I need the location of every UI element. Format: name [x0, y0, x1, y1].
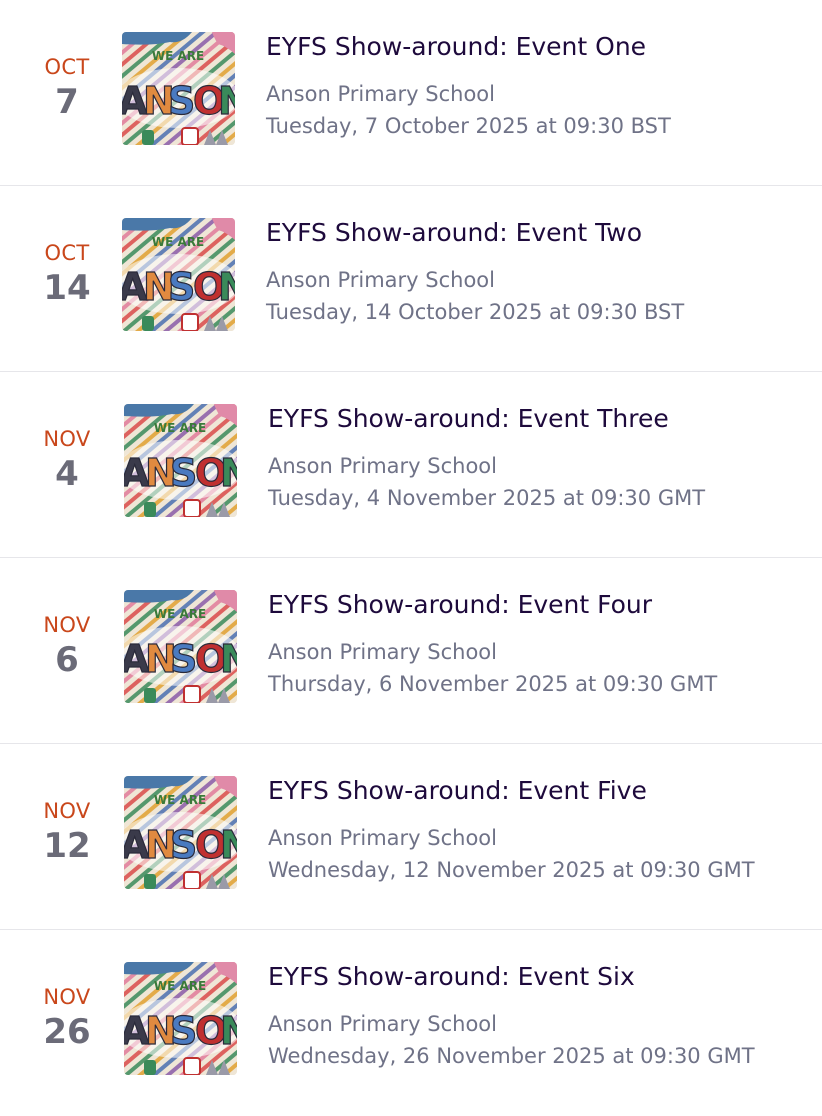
event-datetime: Tuesday, 7 October 2025 at 09:30 BST [266, 114, 671, 138]
poster-letter: S [170, 823, 197, 867]
event-title[interactable]: EYFS Show-around: Event Six [268, 960, 635, 994]
date-day: 7 [55, 82, 79, 122]
poster-we-are-text: WE ARE [152, 49, 204, 63]
poster-letter: S [170, 1009, 197, 1053]
poster-letter: N [218, 79, 235, 123]
event-card[interactable]: NOV 4 WE ARE A N S O N EYFS Show-around: Even… [0, 372, 822, 558]
date-block: NOV 4 [22, 426, 112, 496]
poster-letter: N [220, 451, 237, 495]
date-month: NOV [43, 985, 91, 1009]
event-venue: Anson Primary School [268, 826, 497, 850]
poster-we-are-text: WE ARE [152, 235, 204, 249]
event-thumbnail[interactable]: WE ARE A N S O N [124, 404, 237, 517]
poster-letter: S [168, 265, 195, 309]
date-block: NOV 26 [22, 984, 112, 1054]
event-datetime: Wednesday, 26 November 2025 at 09:30 GMT [268, 1044, 755, 1068]
poster-artwork: WE AREANSON [124, 776, 237, 889]
poster-letter: N [220, 823, 237, 867]
event-title[interactable]: EYFS Show-around: Event Four [268, 588, 652, 622]
poster-artwork: WE AREANSON [122, 32, 235, 145]
event-datetime: Thursday, 6 November 2025 at 09:30 GMT [268, 672, 718, 696]
poster-we-are-text: WE ARE [154, 421, 206, 435]
event-title[interactable]: EYFS Show-around: Event Five [268, 774, 647, 808]
date-block: NOV 12 [22, 798, 112, 868]
event-thumbnail[interactable]: WE ARE A N S O N [124, 776, 237, 889]
date-month: NOV [43, 427, 91, 451]
event-datetime: Tuesday, 14 October 2025 at 09:30 BST [266, 300, 685, 324]
poster-we-are-text: WE ARE [154, 793, 206, 807]
event-venue: Anson Primary School [268, 1012, 497, 1036]
date-month: OCT [44, 241, 90, 265]
poster-artwork: WE AREANSON [124, 962, 237, 1075]
event-list: OCT 7 WE ARE A N S O N EYFS Show-around: Even… [0, 0, 822, 1116]
date-month: NOV [43, 613, 91, 637]
event-venue: Anson Primary School [266, 268, 495, 292]
event-thumbnail[interactable]: WE ARE A N S O N [122, 32, 235, 145]
event-card[interactable]: NOV 6 WE ARE A N S O N EYFS Show-around: Even… [0, 558, 822, 744]
event-title[interactable]: EYFS Show-around: Event Three [268, 402, 669, 436]
poster-artwork: WE AREANSON [122, 218, 235, 331]
date-day: 14 [43, 268, 91, 308]
date-day: 6 [55, 640, 79, 680]
event-datetime: Tuesday, 4 November 2025 at 09:30 GMT [268, 486, 706, 510]
date-block: OCT 7 [22, 54, 112, 124]
poster-artwork: WE AREANSON [124, 590, 237, 703]
event-datetime: Wednesday, 12 November 2025 at 09:30 GMT [268, 858, 755, 882]
date-month: OCT [44, 55, 90, 79]
event-card[interactable]: OCT 14 WE ARE A N S O N EYFS Show-around: Eve… [0, 186, 822, 372]
event-thumbnail[interactable]: WE ARE A N S O N [122, 218, 235, 331]
event-title[interactable]: EYFS Show-around: Event One [266, 30, 646, 64]
poster-we-are-text: WE ARE [154, 979, 206, 993]
event-card[interactable]: NOV 12 WE ARE A N S O N EYFS Show-around: Eve… [0, 744, 822, 930]
date-day: 4 [55, 454, 79, 494]
poster-we-are-text: WE ARE [154, 607, 206, 621]
date-block: NOV 6 [22, 612, 112, 682]
poster-letter: N [220, 1009, 237, 1053]
date-month: NOV [43, 799, 91, 823]
poster-letter: S [170, 637, 197, 681]
event-card[interactable]: NOV 26 WE ARE A N S O N EYFS Show-around: Eve… [0, 930, 822, 1116]
poster-letter: S [168, 79, 195, 123]
event-title[interactable]: EYFS Show-around: Event Two [266, 216, 642, 250]
date-day: 26 [43, 1012, 91, 1052]
poster-letter: S [170, 451, 197, 495]
poster-letter: N [220, 637, 237, 681]
poster-letter: N [218, 265, 235, 309]
poster-artwork: WE AREANSON [124, 404, 237, 517]
event-venue: Anson Primary School [268, 640, 497, 664]
date-block: OCT 14 [22, 240, 112, 310]
event-thumbnail[interactable]: WE ARE A N S O N [124, 962, 237, 1075]
event-venue: Anson Primary School [268, 454, 497, 478]
event-card[interactable]: OCT 7 WE ARE A N S O N EYFS Show-around: Even… [0, 0, 822, 186]
event-thumbnail[interactable]: WE ARE A N S O N [124, 590, 237, 703]
event-venue: Anson Primary School [266, 82, 495, 106]
date-day: 12 [43, 826, 91, 866]
